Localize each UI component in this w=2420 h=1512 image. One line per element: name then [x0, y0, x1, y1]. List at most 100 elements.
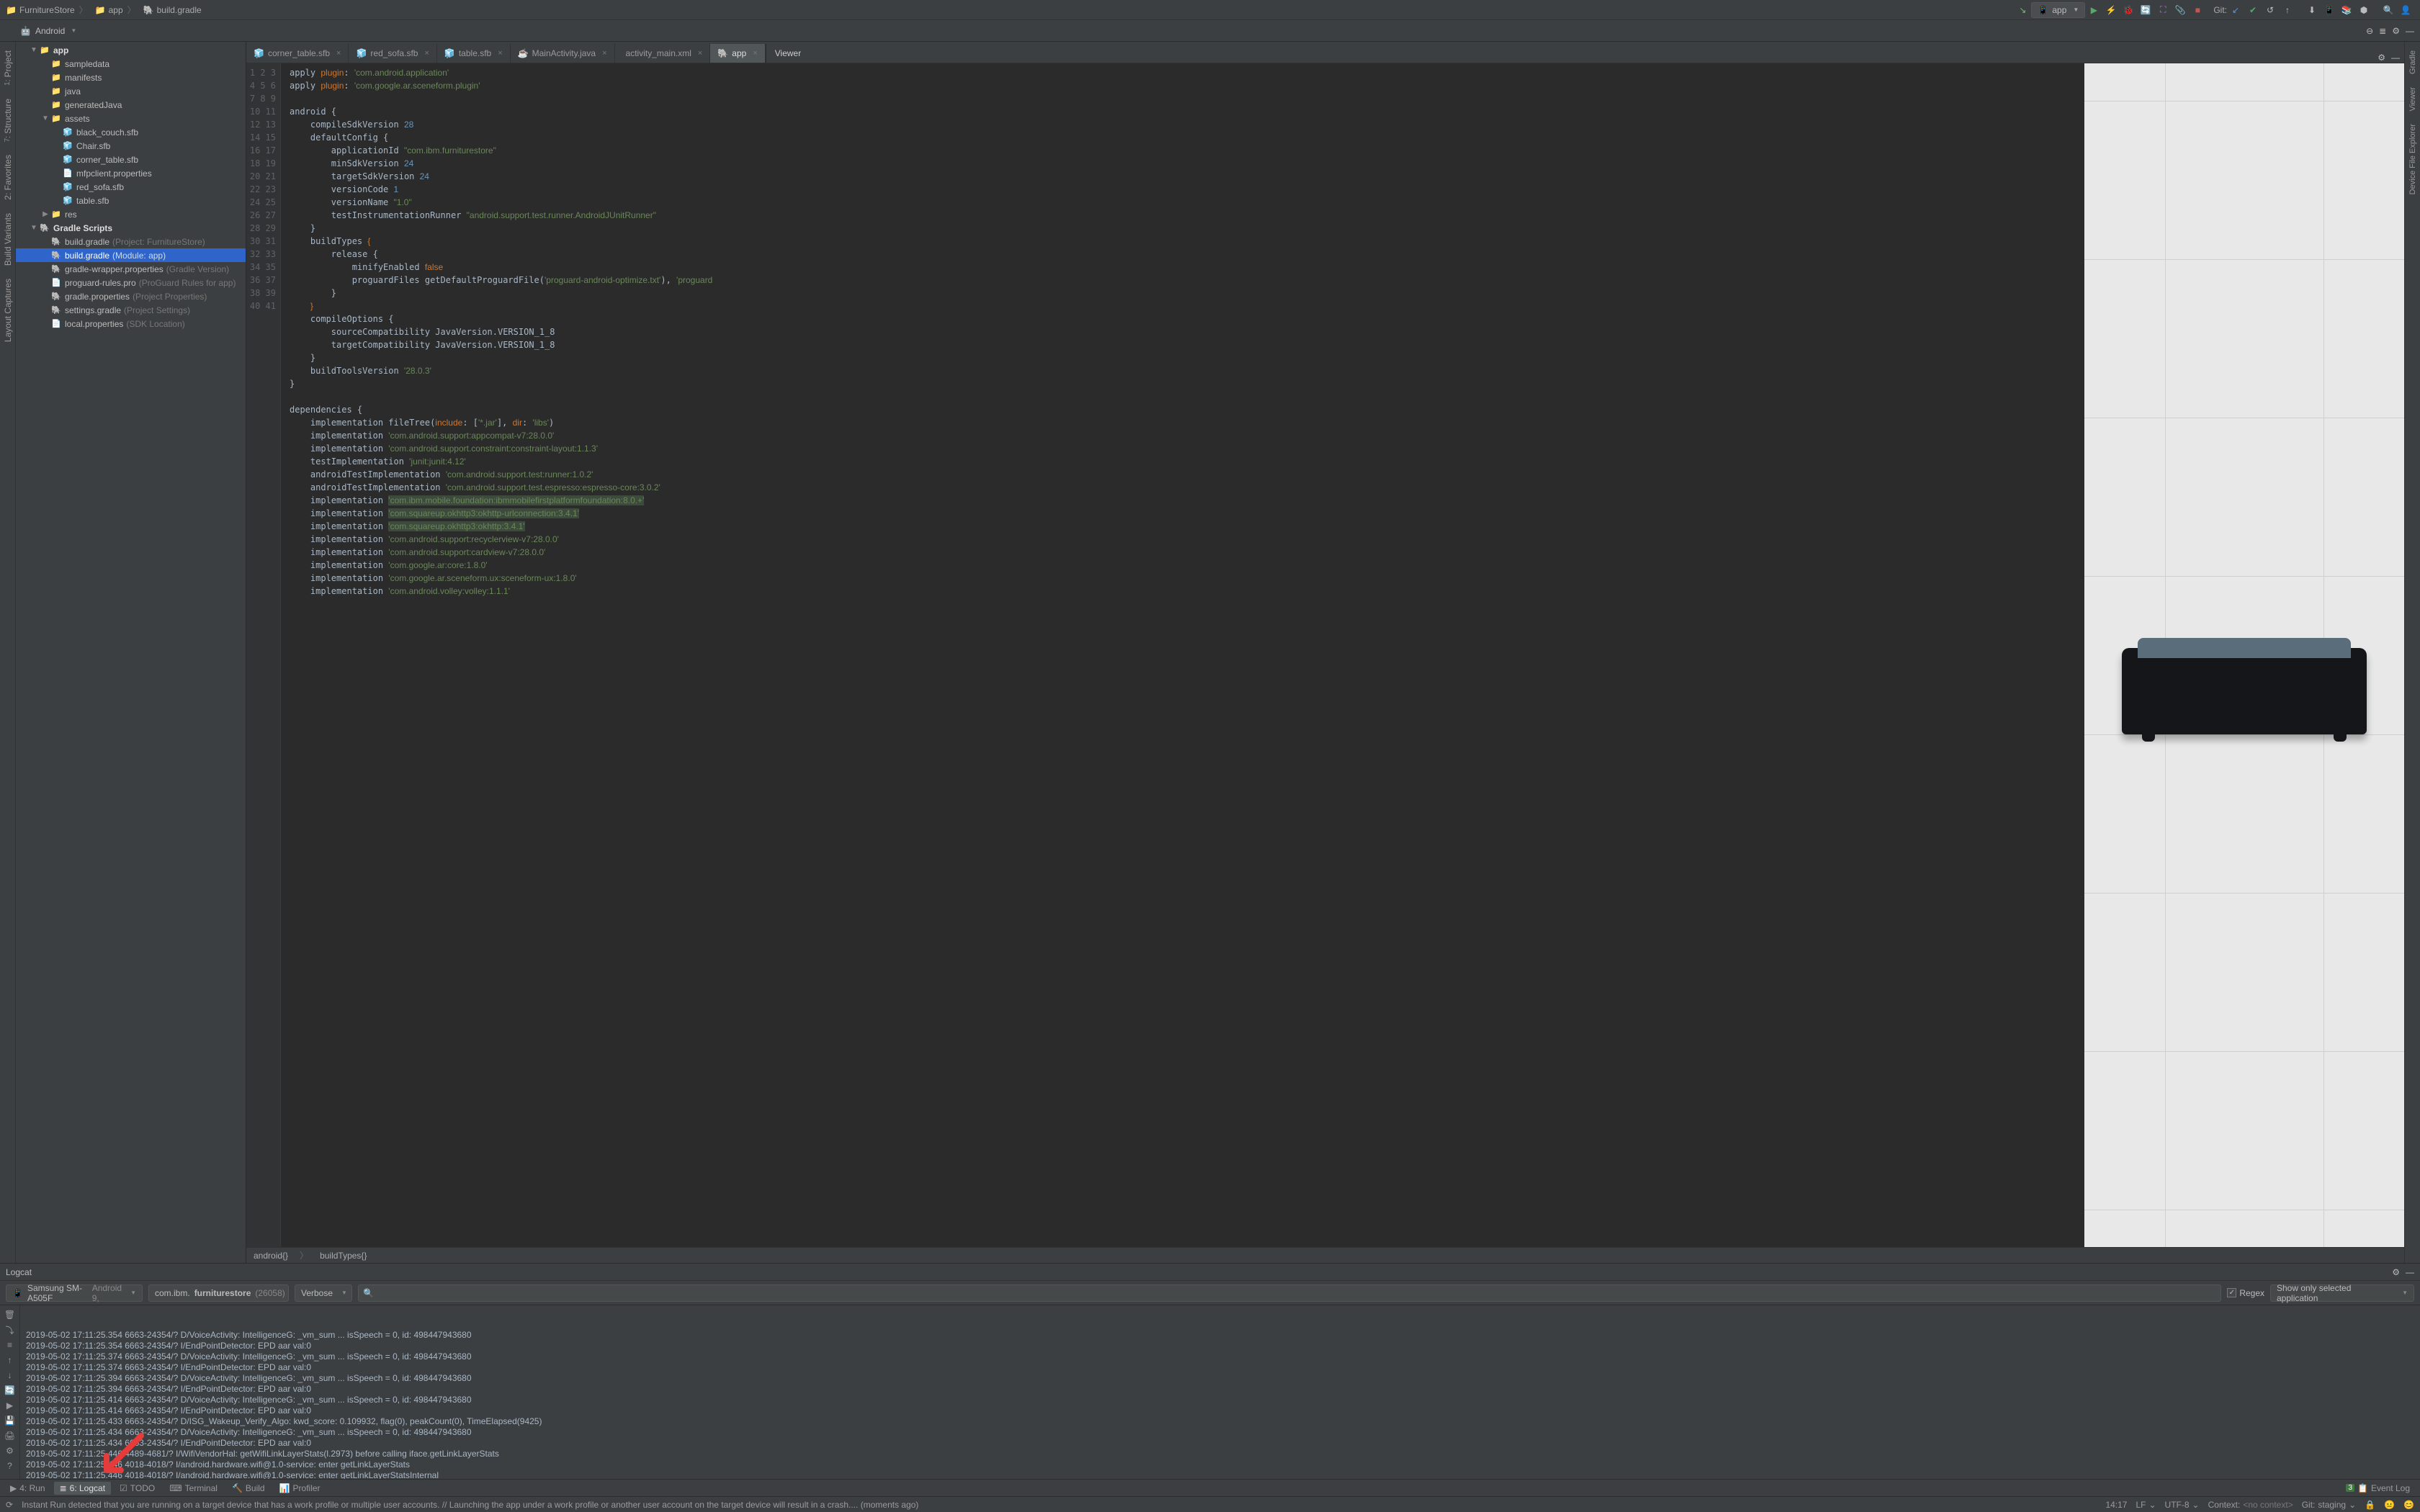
search-everywhere-icon[interactable]: 🔍 — [2381, 3, 2396, 17]
logcat-settings-icon[interactable]: ⚙ — [2392, 1267, 2400, 1277]
event-log-button[interactable]: 3 📋 Event Log — [2340, 1482, 2416, 1495]
expand-arrow-icon[interactable]: ▼ — [29, 46, 39, 54]
logcat-side-button[interactable]: 💾 — [3, 1414, 17, 1427]
sdk-manager-icon[interactable]: 📚 — [2339, 3, 2354, 17]
tool-project-button[interactable]: 1: Project — [3, 48, 13, 89]
editor-tab[interactable]: ☕MainActivity.java× — [511, 44, 615, 63]
structure-icon[interactable]: ⬢ — [2357, 3, 2371, 17]
settings-icon[interactable]: ⚙ — [2392, 26, 2400, 36]
editor-tab[interactable]: 🧊table.sfb× — [437, 44, 511, 63]
logcat-side-button[interactable]: ⤵ — [3, 1323, 17, 1336]
editor-tab[interactable]: 🧊corner_table.sfb× — [246, 44, 349, 63]
tree-item[interactable]: 🧊Chair.sfb — [16, 139, 246, 153]
tree-item[interactable]: 📄local.properties(SDK Location) — [16, 317, 246, 330]
tree-item[interactable]: ▼🐘Gradle Scripts — [16, 221, 246, 235]
tool-structure-button[interactable]: 7: Structure — [3, 96, 13, 145]
expand-arrow-icon[interactable]: ▶ — [40, 210, 50, 218]
collapse-all-icon[interactable]: ≣ — [2379, 26, 2386, 36]
logcat-side-button[interactable]: 🔄 — [3, 1384, 17, 1397]
editor-tab[interactable]: 🧊red_sofa.sfb× — [349, 44, 436, 63]
git-commit-icon[interactable]: ✔ — [2246, 3, 2260, 17]
viewer-content[interactable] — [2084, 63, 2404, 1247]
breadcrumb-scope-2[interactable]: buildTypes{} — [320, 1251, 367, 1261]
tool-build-variants-button[interactable]: Build Variants — [3, 210, 13, 269]
tool-layout-captures-button[interactable]: Layout Captures — [3, 276, 13, 345]
instant-run-icon[interactable]: ⟳ — [6, 1500, 13, 1510]
tree-item[interactable]: ▼📁app — [16, 43, 246, 57]
breadcrumb-scope-1[interactable]: android{} — [254, 1251, 288, 1261]
device-icon[interactable]: 📱 — [2322, 3, 2336, 17]
close-tab-icon[interactable]: × — [498, 49, 502, 58]
tool-device-file-explorer-button[interactable]: Device File Explorer — [2408, 121, 2417, 197]
close-tab-icon[interactable]: × — [753, 49, 757, 58]
project-tree[interactable]: ▼📁app📁sampledata📁manifests📁java📁generate… — [16, 42, 246, 1263]
caret-position[interactable]: 14:17 — [2105, 1500, 2127, 1510]
inspection-indicator-icon[interactable]: 😐 — [2384, 1500, 2395, 1510]
git-history-icon[interactable]: ↺ — [2263, 3, 2277, 17]
breadcrumb-project[interactable]: 📁 FurnitureStore 〉 — [6, 4, 89, 16]
tree-item[interactable]: 📄mfpclient.properties — [16, 166, 246, 180]
device-combo[interactable]: 📱 Samsung SM-A505F Android 9, ▼ — [6, 1284, 143, 1302]
tree-item[interactable]: 🐘gradle.properties(Project Properties) — [16, 289, 246, 303]
bottom-tool-tab[interactable]: ▶4: Run — [4, 1482, 51, 1495]
git-update-icon[interactable]: ↙ — [2228, 3, 2243, 17]
viewer-settings-icon[interactable]: ⚙ — [2378, 53, 2385, 63]
tree-item[interactable]: 📁java — [16, 84, 246, 98]
logcat-side-button[interactable]: ↓ — [3, 1369, 17, 1382]
project-view-combo[interactable]: 🤖 Android ▼ — [20, 26, 76, 36]
tree-item[interactable]: 🧊red_sofa.sfb — [16, 180, 246, 194]
regex-checkbox[interactable]: ✓ Regex — [2227, 1288, 2264, 1298]
line-ending[interactable]: LF ⌄ — [2136, 1500, 2156, 1510]
bottom-tool-tab[interactable]: 📊Profiler — [274, 1482, 326, 1495]
tree-item[interactable]: 🐘build.gradle(Module: app) — [16, 248, 246, 262]
close-tab-icon[interactable]: × — [698, 49, 702, 58]
breadcrumb-file[interactable]: 🐘 build.gradle — [143, 5, 202, 15]
scroll-from-source-icon[interactable]: ⊖ — [2366, 26, 2373, 36]
tree-item[interactable]: 📁generatedJava — [16, 98, 246, 112]
avd-manager-icon[interactable]: ⬇ — [2305, 3, 2319, 17]
code-area[interactable]: apply plugin: 'com.android.application' … — [281, 63, 2084, 1247]
user-icon[interactable]: 👤 — [2398, 3, 2413, 17]
attach-debugger-icon[interactable]: 📎 — [2173, 3, 2187, 17]
viewer-hide-icon[interactable]: — — [2391, 53, 2400, 63]
tool-viewer-button[interactable]: Viewer — [2408, 84, 2417, 114]
close-tab-icon[interactable]: × — [602, 49, 606, 58]
tree-item[interactable]: 🐘settings.gradle(Project Settings) — [16, 303, 246, 317]
tree-item[interactable]: 🧊black_couch.sfb — [16, 125, 246, 139]
apply-changes-icon[interactable]: ⚡ — [2104, 3, 2118, 17]
sync-icon[interactable]: 🔄 — [2138, 3, 2153, 17]
bottom-tool-tab[interactable]: ≣6: Logcat — [54, 1482, 111, 1495]
breadcrumb-module[interactable]: 📁 app 〉 — [95, 4, 138, 16]
run-icon[interactable]: ▶ — [2087, 3, 2101, 17]
debug-icon[interactable]: 🐞 — [2121, 3, 2136, 17]
tree-item[interactable]: ▼📁assets — [16, 112, 246, 125]
logcat-side-button[interactable]: 🗑 — [3, 1308, 17, 1321]
tree-item[interactable]: 📁sampledata — [16, 57, 246, 71]
logcat-side-button[interactable]: ? — [3, 1459, 17, 1472]
logcat-side-button[interactable]: ⚙ — [3, 1444, 17, 1457]
editor-tab[interactable]: 🐘app× — [710, 44, 765, 63]
3d-viewer-panel[interactable] — [2084, 63, 2404, 1247]
file-encoding[interactable]: UTF-8 ⌄ — [2165, 1500, 2200, 1510]
lock-icon[interactable]: 🔒 — [2365, 1500, 2375, 1510]
log-level-combo[interactable]: Verbose ▼ — [295, 1284, 352, 1302]
filter-combo[interactable]: Show only selected application ▼ — [2270, 1284, 2414, 1302]
logcat-side-button[interactable]: ≡ — [3, 1338, 17, 1351]
logcat-side-button[interactable]: ↑ — [3, 1354, 17, 1367]
hide-icon[interactable]: — — [2406, 26, 2414, 36]
editor-tab[interactable]: activity_main.xml× — [615, 44, 711, 63]
stop-icon[interactable]: ■ — [2190, 3, 2205, 17]
git-revert-icon[interactable]: ↑ — [2280, 3, 2295, 17]
git-branch-combo[interactable]: Git: staging ⌄ — [2302, 1500, 2356, 1510]
memory-indicator-icon[interactable]: 😊 — [2403, 1500, 2414, 1510]
tree-item[interactable]: 🧊table.sfb — [16, 194, 246, 207]
process-combo[interactable]: com.ibm.furniturestore (26058) ▼ — [148, 1284, 289, 1302]
tree-item[interactable]: ▶📁res — [16, 207, 246, 221]
logcat-side-button[interactable]: 🖨 — [3, 1429, 17, 1442]
tool-favorites-button[interactable]: 2: Favorites — [3, 152, 13, 203]
expand-arrow-icon[interactable]: ▼ — [29, 224, 39, 232]
code-editor[interactable]: 1 2 3 4 5 6 7 8 9 10 11 12 13 14 15 16 1… — [246, 63, 2084, 1247]
tree-item[interactable]: 📁manifests — [16, 71, 246, 84]
tool-gradle-button[interactable]: Gradle — [2408, 48, 2417, 77]
logcat-search-input[interactable]: 🔍 — [358, 1284, 2221, 1302]
